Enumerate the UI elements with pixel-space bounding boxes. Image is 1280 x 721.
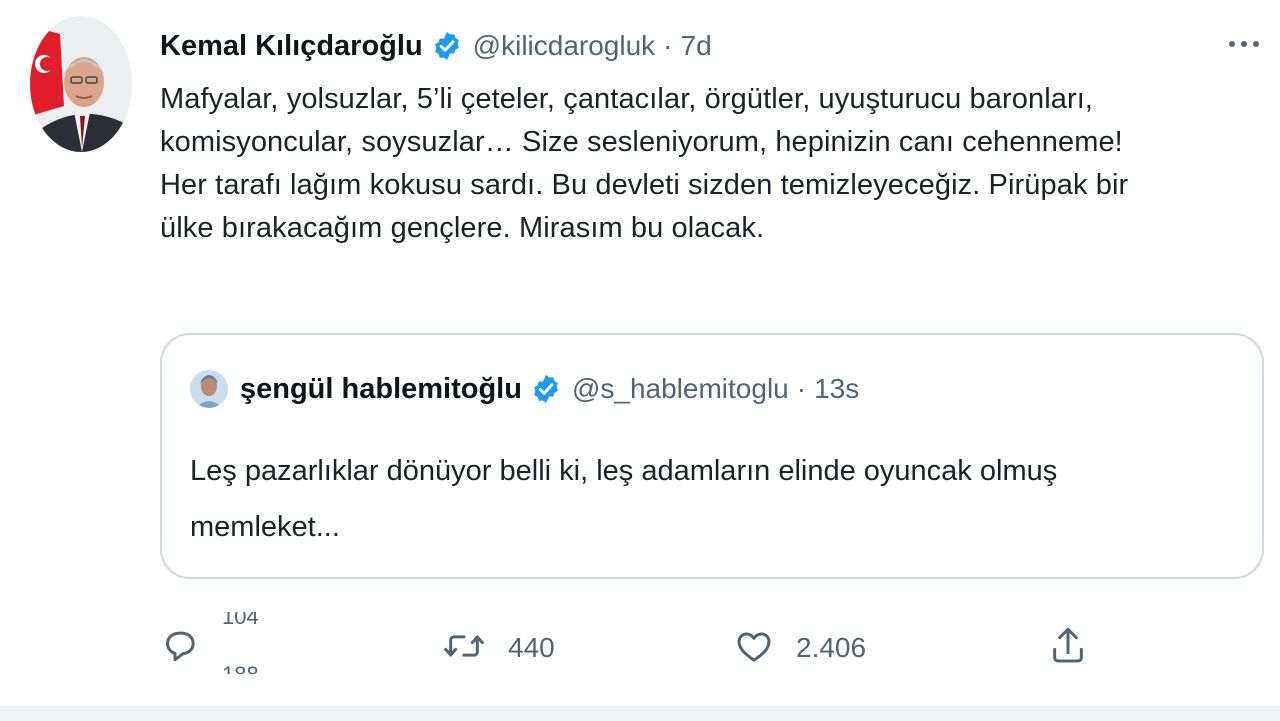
- retweet-count: 440: [508, 632, 555, 663]
- reply-count-bottom: 188: [222, 662, 259, 687]
- reply-icon: [160, 626, 200, 671]
- separator-dot: ·: [796, 373, 807, 404]
- separator-dot: ·: [663, 30, 673, 61]
- share-icon: [1048, 624, 1088, 673]
- verified-badge-icon: [431, 30, 463, 62]
- quoted-tweet-timestamp[interactable]: 13s: [814, 373, 859, 405]
- bottom-divider: [0, 706, 1280, 721]
- share-button[interactable]: [1048, 618, 1088, 678]
- quoted-tweet-card[interactable]: şengül hablemitoğlu @s_hablemitoglu · 13…: [160, 333, 1264, 579]
- quoted-author-avatar: [190, 370, 228, 408]
- tweet-header: Kemal Kılıçdaroğlu @kilicdarogluk · 7d: [160, 26, 712, 66]
- tweet-text: Mafyalar, yolsuzlar, 5’li çeteler, çanta…: [160, 78, 1250, 250]
- tweet-actions-bar: 104 188 440 2.406: [160, 612, 1260, 678]
- more-horizontal-icon[interactable]: [1226, 36, 1262, 52]
- tweet-text-line: Mafyalar, yolsuzlar, 5’li çeteler, çanta…: [160, 83, 1094, 115]
- reply-count: 104 188: [222, 606, 282, 690]
- tweet-text-line: Her tarafı lağım kokusu sardı. Bu devlet…: [160, 169, 1129, 201]
- tweet-timestamp[interactable]: 7d: [681, 30, 712, 62]
- reply-count-top: 104: [222, 606, 259, 629]
- reply-button[interactable]: 104 188: [160, 612, 259, 678]
- author-name[interactable]: Kemal Kılıçdaroğlu: [160, 30, 423, 63]
- quoted-tweet-text: Leş pazarlıklar dönüyor belli ki, leş ad…: [190, 443, 1230, 555]
- tweet-text-line: komisyoncular, soysuzlar… Size sesleniyo…: [160, 126, 1123, 158]
- like-count: 2.406: [796, 632, 867, 663]
- verified-badge-icon: [530, 373, 562, 405]
- like-icon: [734, 626, 774, 671]
- like-button[interactable]: 2.406: [734, 618, 866, 678]
- tweet-text-line: ülke bırakacağım gençlere. Mirasım bu ol…: [160, 212, 765, 244]
- retweet-icon: [442, 626, 486, 671]
- retweet-button[interactable]: 440: [442, 618, 555, 678]
- author-avatar[interactable]: [30, 16, 132, 152]
- author-handle[interactable]: @kilicdarogluk: [473, 30, 656, 62]
- quoted-text-line: Leş pazarlıklar dönüyor belli ki, leş ad…: [190, 455, 1058, 487]
- quoted-author-name[interactable]: şengül hablemitoğlu: [240, 373, 522, 406]
- quoted-text-line: memleket...: [190, 511, 340, 543]
- quoted-tweet-header: şengül hablemitoğlu @s_hablemitoglu · 13…: [190, 369, 859, 409]
- quoted-author-handle[interactable]: @s_hablemitoglu: [572, 373, 789, 405]
- tweet-card[interactable]: Kemal Kılıçdaroğlu @kilicdarogluk · 7d M…: [0, 0, 1280, 706]
